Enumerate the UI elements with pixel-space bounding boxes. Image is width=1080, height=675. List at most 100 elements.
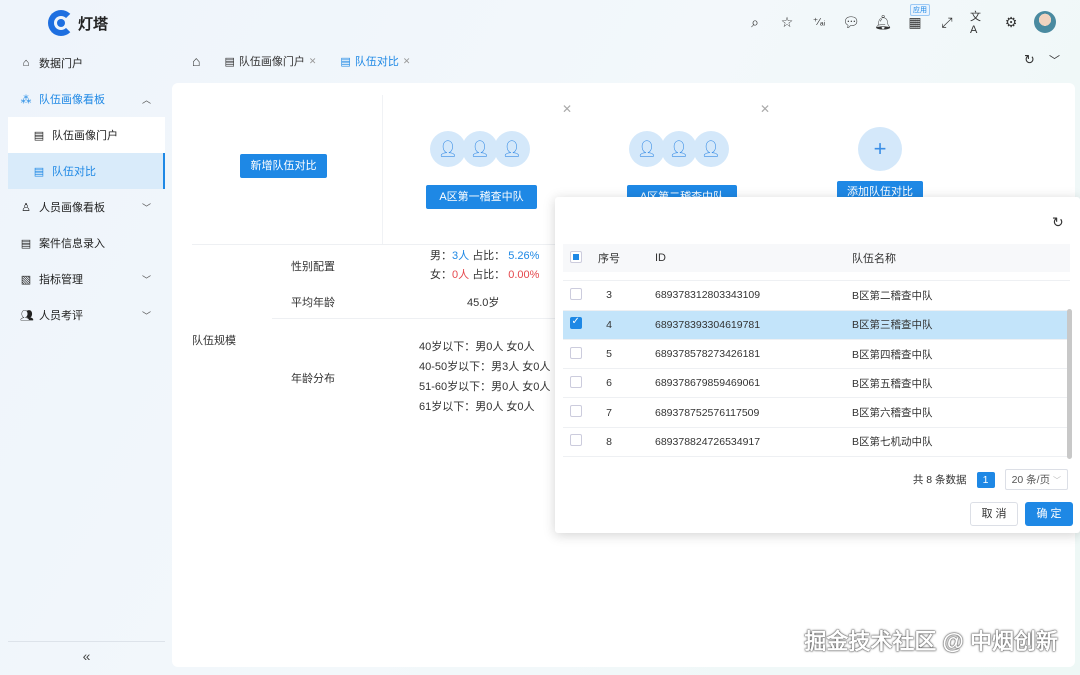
row-team-name: B区第五稽查中队: [852, 377, 933, 390]
row-checkbox[interactable]: [569, 434, 582, 447]
collapse-sidebar-button[interactable]: «: [8, 641, 165, 669]
gender-female: 女：0人 占比： 0.00%: [430, 269, 540, 281]
translate-icon[interactable]: 文A: [970, 10, 988, 36]
scrollbar[interactable]: [1067, 309, 1072, 459]
watermark: 掘金技术社区 @ 中烟创新: [804, 629, 1058, 654]
chevron-down-icon: ﹀: [141, 274, 151, 285]
gender-label: 性别配置: [291, 261, 335, 273]
tab-team-portal[interactable]: ▤ 队伍画像门户 ✕: [212, 53, 328, 69]
row-id: 689378679859469061: [655, 377, 761, 390]
table-row[interactable]: 3 689378312803343109 B区第二稽查中队: [563, 281, 1070, 311]
page-1-button[interactable]: 1: [976, 471, 995, 488]
row-id: 689378824726534917: [655, 435, 761, 448]
list-icon: ▤: [33, 129, 45, 142]
sidebar-item-team-compare[interactable]: ▤ 队伍对比: [8, 153, 165, 189]
row-seq: 8: [606, 435, 612, 448]
person-icon: 👤︎: [629, 131, 665, 167]
metrics-icon: ▧: [20, 273, 32, 286]
row-team-name: B区第三稽查中队: [852, 319, 933, 332]
sidebar-item-person-dashboard[interactable]: ♙ 人员画像看板 ﹀: [8, 189, 165, 225]
row-seq: 3: [606, 289, 612, 302]
team-name-button[interactable]: A区第一稽查中队: [426, 185, 537, 209]
table-body: 2 3 689378312803343109 B区第二稽查中队 4 689378…: [563, 272, 1070, 460]
age-dist-label: 年龄分布: [291, 373, 335, 385]
row-id: 689378312803343109: [655, 289, 761, 302]
row-checkbox[interactable]: [569, 375, 582, 388]
row-team-name: B区第二稽查中队: [852, 289, 933, 302]
list-icon: ▤: [340, 55, 351, 68]
close-icon[interactable]: ✕: [309, 56, 317, 67]
row-seq: 5: [606, 348, 612, 361]
home-icon: ⌂: [22, 57, 30, 69]
team-avatars: 👤︎ 👤︎ 👤︎: [629, 131, 729, 167]
apps-icon[interactable]: ▦ 应用: [906, 4, 930, 34]
confirm-button[interactable]: 确 定: [1025, 502, 1073, 526]
row-id: 689378393304619781: [655, 318, 761, 331]
message-icon[interactable]: 💬︎: [842, 10, 860, 34]
tab-home[interactable]: ⌂: [180, 53, 212, 69]
row-seq: 4: [606, 318, 612, 331]
sidebar-item-team-portal[interactable]: ▤ 队伍画像门户: [8, 117, 165, 153]
person-icon: 👤︎: [494, 131, 530, 167]
sidebar-item-case-entry[interactable]: ▤ 案件信息录入: [8, 225, 165, 261]
avatar[interactable]: [1034, 11, 1056, 33]
row-checkbox[interactable]: [569, 287, 582, 300]
star-icon[interactable]: ☆: [778, 10, 796, 34]
select-all-checkbox[interactable]: [569, 250, 582, 263]
sidebar-item-team-dashboard[interactable]: ⁂ 队伍画像看板 ︿: [8, 81, 165, 117]
list-icon: ▤: [33, 165, 45, 178]
list-icon: ▤: [20, 237, 32, 250]
row-checkbox[interactable]: [569, 405, 582, 418]
table-row[interactable]: 2: [563, 272, 1070, 282]
team-select-popup: ↻ 序号 ID 队伍名称 2 3 689378312803343109 B区第二…: [555, 197, 1080, 533]
search-icon[interactable]: ⌕: [746, 10, 764, 34]
chevron-down-icon: ﹀: [141, 310, 151, 321]
page-size-select[interactable]: 20 条/页 ﹀: [1004, 469, 1068, 490]
chevron-down-icon: ﹀: [1053, 476, 1061, 485]
age-dist-list: 40岁以下：男0人 女0人 40-50岁以下：男3人 女0人 51-60岁以下：男0…: [419, 341, 551, 413]
pagination: 共 8 条数据 1 20 条/页 ﹀: [913, 469, 1068, 490]
avg-age-label: 平均年龄: [291, 297, 335, 309]
refresh-tab-icon[interactable]: ↻: [1024, 52, 1035, 68]
tab-team-compare[interactable]: ▤ 队伍对比 ✕: [328, 53, 422, 69]
sidebar-item-data-portal[interactable]: ⌂ 数据门户: [8, 45, 165, 81]
table-row[interactable]: 5 689378578273426181 B区第四稽查中队: [563, 340, 1070, 370]
row-team-name: B区第七机动中队: [852, 436, 933, 449]
ai-icon[interactable]: ⁺∕ₐᵢ: [810, 10, 828, 34]
remove-team-close-icon[interactable]: ✕: [562, 102, 572, 116]
bell-icon[interactable]: 🔔︎: [874, 10, 892, 34]
table-row[interactable]: 7 689378752576117509 B区第六稽查中队: [563, 398, 1070, 428]
users-icon: 👥︎: [20, 309, 34, 322]
table-row[interactable]: 8 689378824726534917 B区第七机动中队: [563, 428, 1070, 458]
person-icon: 👤︎: [693, 131, 729, 167]
header-toolbar: ⌕ ☆ ⁺∕ₐᵢ 💬︎ 🔔︎ ▦ 应用 ⤢ 文A ⚙: [746, 4, 1056, 36]
chevron-down-icon[interactable]: ﹀: [1049, 52, 1060, 68]
table-row[interactable]: 6 689378679859469061 B区第五稽查中队: [563, 369, 1070, 399]
chevron-down-icon: ﹀: [141, 202, 151, 213]
gear-icon[interactable]: ⚙: [1002, 10, 1020, 34]
person-icon: 👤︎: [462, 131, 498, 167]
add-team-plus-icon[interactable]: +: [858, 127, 902, 171]
sidebar-item-evaluation[interactable]: 👥︎ 人员考评 ﹀: [8, 297, 165, 333]
close-icon[interactable]: ✕: [403, 56, 411, 67]
table-row[interactable]: 4 689378393304619781 B区第三稽查中队: [563, 310, 1070, 340]
refresh-icon[interactable]: ↻: [1052, 214, 1064, 231]
row-checkbox[interactable]: [569, 316, 582, 330]
table-header: 序号 ID 队伍名称: [563, 244, 1070, 272]
add-compare-button[interactable]: 新增队伍对比: [240, 154, 327, 178]
fullscreen-icon[interactable]: ⤢: [938, 10, 956, 34]
person-icon: 👤︎: [661, 131, 697, 167]
row-id: 689378752576117509: [655, 406, 760, 419]
row-id: 689378578273426181: [655, 348, 761, 361]
cluster-icon: ⁂: [20, 93, 32, 106]
sidebar: ⌂ 数据门户 ⁂ 队伍画像看板 ︿ ▤ 队伍画像门户 ▤ 队伍对比 ♙ 人员画像看板 ﹀ ▤ 案…: [8, 45, 165, 333]
total-count: 共 8 条数据: [912, 474, 967, 486]
cancel-button[interactable]: 取 消: [970, 502, 1018, 526]
sidebar-item-metrics[interactable]: ▧ 指标管理 ﹀: [8, 261, 165, 297]
home-icon: ⌂: [192, 53, 201, 69]
team-scale-label: 队伍规模: [192, 335, 236, 347]
person-icon: 👤︎: [430, 131, 466, 167]
row-checkbox[interactable]: [569, 346, 582, 359]
remove-team-close-icon[interactable]: ✕: [760, 102, 770, 116]
row-seq: 6: [606, 377, 612, 390]
